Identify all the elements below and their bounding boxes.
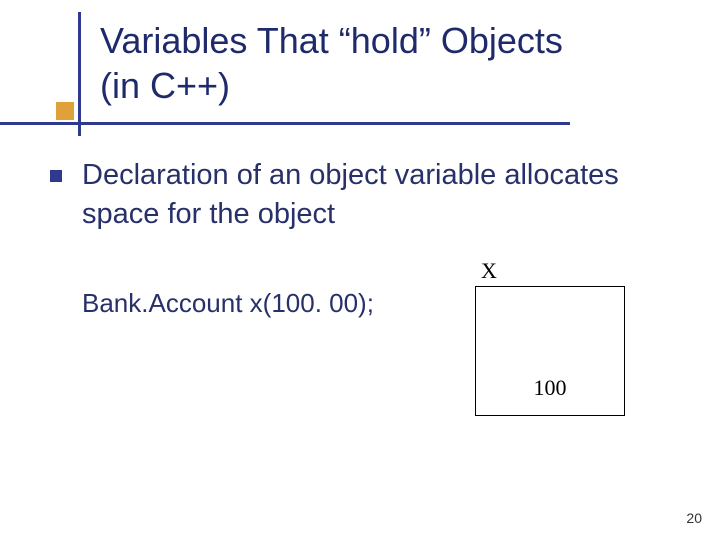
diagram-variable-label: X — [475, 258, 635, 284]
title-line-1: Variables That “hold” Objects — [100, 20, 563, 61]
title-block: Variables That “hold” Objects (in C++) — [100, 18, 700, 108]
title-line-2: (in C++) — [100, 65, 230, 106]
slide: Variables That “hold” Objects (in C++) D… — [0, 0, 720, 540]
title-rule-vertical — [78, 12, 81, 136]
bullet-square-icon — [50, 170, 62, 182]
title-accent-square — [56, 102, 74, 120]
page-number: 20 — [686, 510, 702, 526]
slide-title: Variables That “hold” Objects (in C++) — [100, 18, 700, 108]
code-example: Bank.Account x(100. 00); — [82, 288, 374, 319]
diagram-value: 100 — [534, 375, 567, 401]
bullet-text: Declaration of an object variable alloca… — [82, 156, 690, 234]
diagram-box: 100 — [475, 286, 625, 416]
title-rule-horizontal — [0, 122, 570, 125]
body-block: Declaration of an object variable alloca… — [50, 156, 690, 234]
object-diagram: X 100 — [475, 258, 635, 416]
bullet-item: Declaration of an object variable alloca… — [50, 156, 690, 234]
